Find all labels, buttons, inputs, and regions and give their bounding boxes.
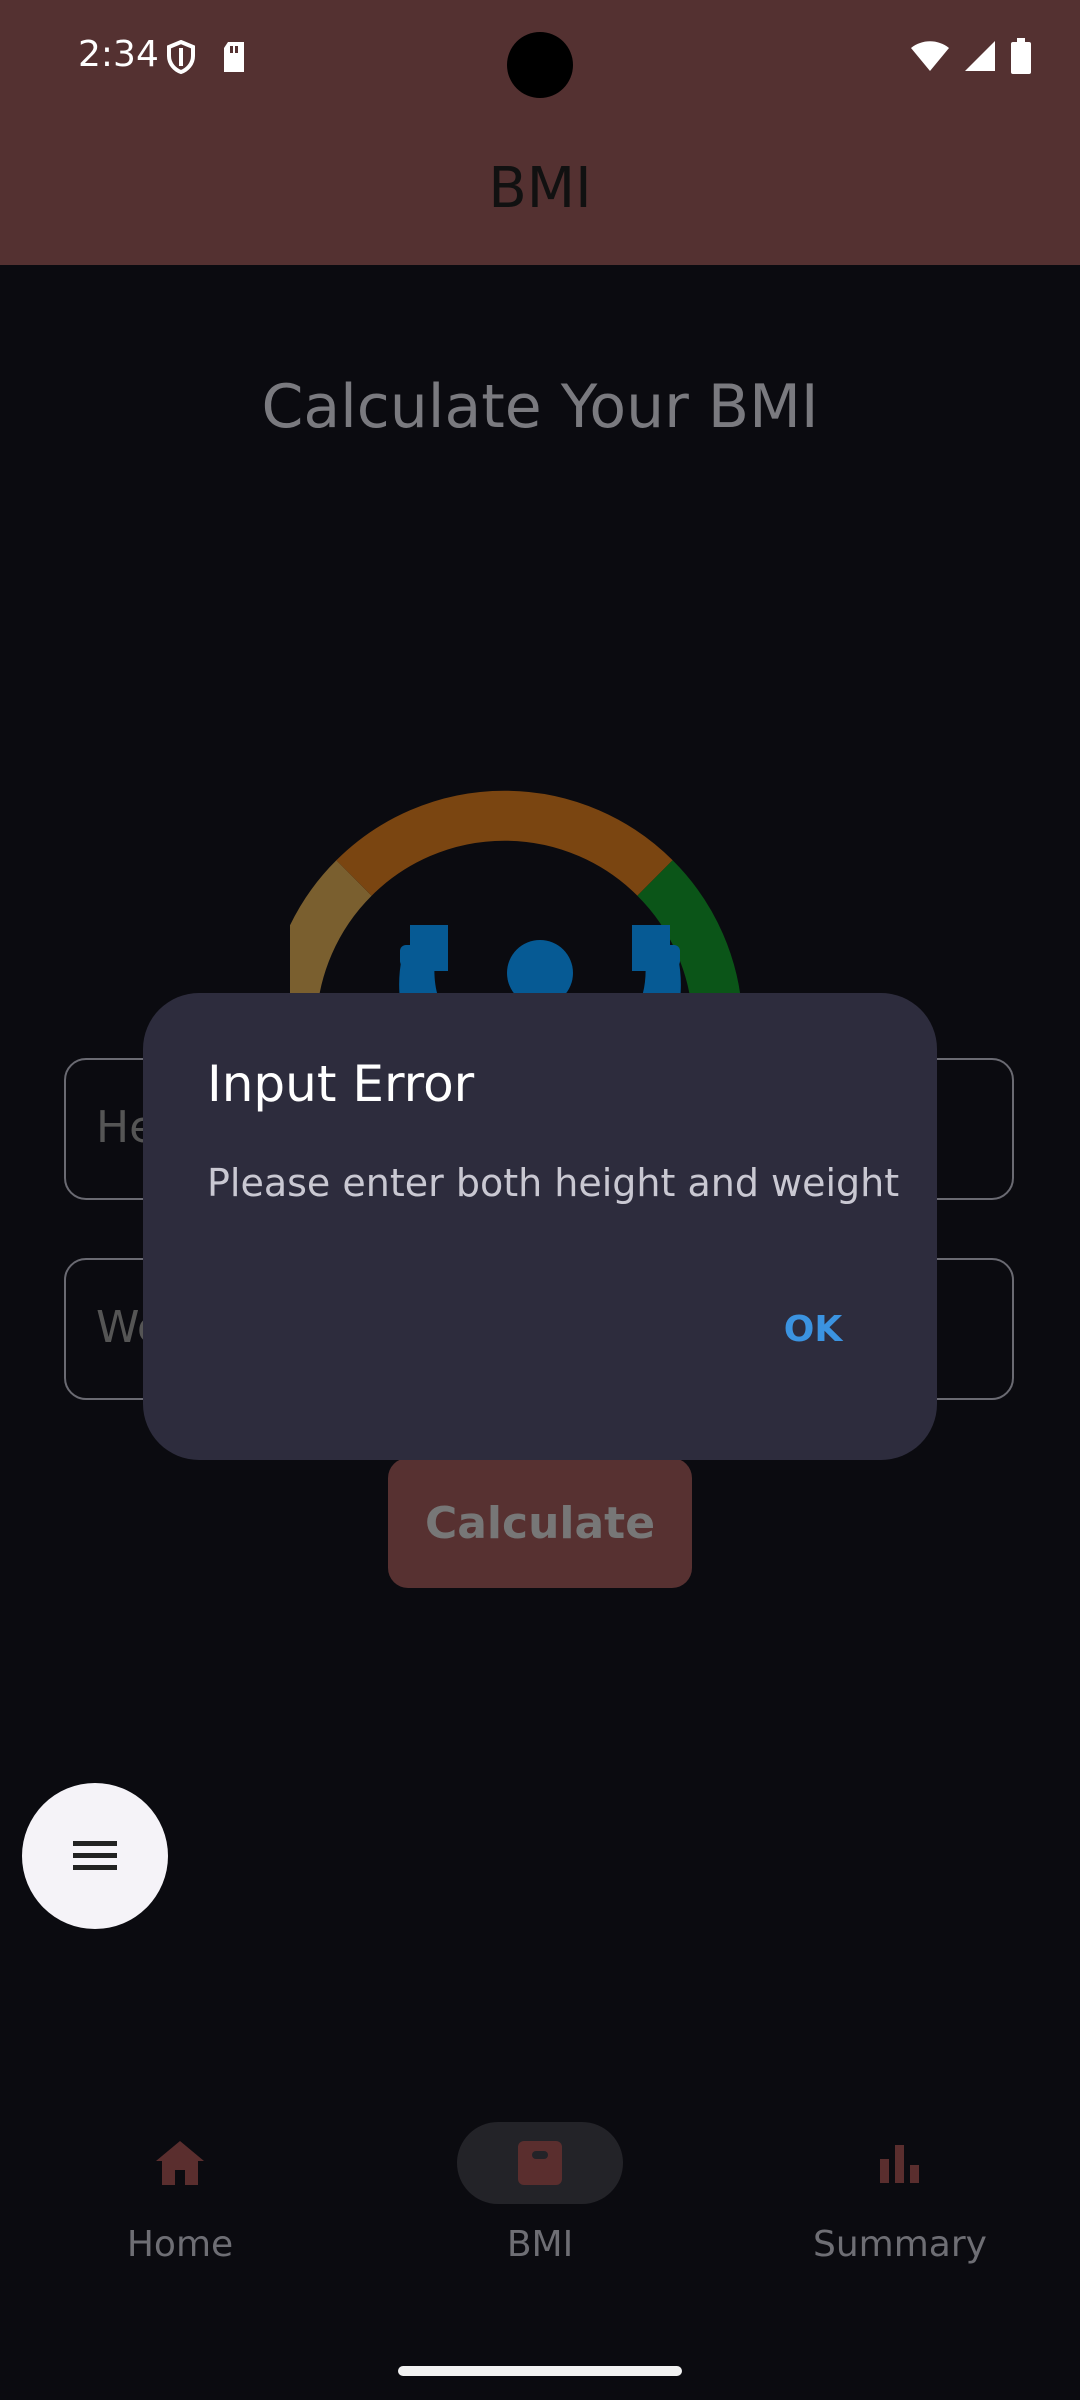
home-icon <box>156 2141 204 2185</box>
cellular-icon <box>965 41 995 71</box>
calculate-button[interactable]: Calculate <box>388 1458 692 1588</box>
shield-icon <box>167 40 195 74</box>
dialog-message: Please enter both height and weight <box>207 1161 900 1205</box>
status-time: 2:34 <box>78 34 159 75</box>
nav-item-bmi[interactable]: BMI <box>360 2100 720 2300</box>
nav-label-home: Home <box>126 2224 234 2265</box>
input-error-dialog: Input Error Please enter both height and… <box>143 993 937 1460</box>
scale-icon <box>518 2141 562 2185</box>
nav-summary-icon-wrap <box>817 2122 983 2204</box>
status-icons-right <box>910 38 1032 74</box>
nav-label-summary: Summary <box>813 2224 987 2265</box>
gauge-top-arc <box>336 790 673 896</box>
nav-bmi-icon-wrap <box>457 2122 623 2204</box>
status-icons-left <box>166 40 248 74</box>
menu-fab-button[interactable] <box>22 1783 168 1929</box>
bar-chart-icon <box>880 2145 919 2183</box>
nav-item-home[interactable]: Home <box>0 2100 360 2300</box>
sd-card-icon <box>224 42 244 72</box>
battery-icon <box>1011 38 1031 74</box>
home-indicator[interactable] <box>398 2366 682 2376</box>
app-title: BMI <box>488 156 592 221</box>
nav-home-icon-wrap <box>97 2122 263 2204</box>
nav-label-bmi: BMI <box>506 2224 574 2265</box>
dialog-ok-button[interactable]: OK <box>753 1279 873 1379</box>
app-bar: BMI <box>0 120 1080 265</box>
page-heading: Calculate Your BMI <box>261 372 819 442</box>
bottom-navigation: Home BMI Summary <box>0 2100 1080 2400</box>
wifi-icon <box>911 41 949 71</box>
status-bar: 2:34 <box>0 0 1080 120</box>
front-camera <box>507 32 573 98</box>
nav-item-summary[interactable]: Summary <box>720 2100 1080 2300</box>
menu-icon <box>73 1841 117 1870</box>
dialog-title: Input Error <box>207 1055 475 1113</box>
